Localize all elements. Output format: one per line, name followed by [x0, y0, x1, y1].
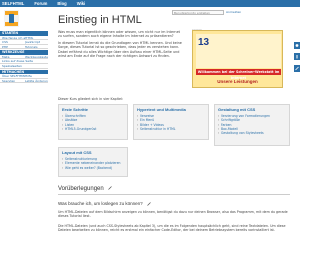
chapter-link[interactable]: HTML5-Grundgerüst	[62, 127, 124, 132]
advertisement[interactable]: 13 Willkommen bei der Schreiner-Werkstat…	[192, 30, 283, 88]
chapters-intro: Dieser Kurs gliedert sich in vier Kapite…	[58, 97, 124, 101]
sidebar-link-wie-fange-ich-an[interactable]: Wie fange ich an?	[2, 36, 25, 40]
page-title: Einstieg in HTML	[58, 14, 142, 26]
sidebar-link-help[interactable]: Hilfe	[25, 74, 48, 78]
section-divider	[58, 194, 290, 195]
chapter-title[interactable]: Erste Schritte	[62, 107, 124, 112]
chapter-link[interactable]: Seitenstruktur in HTML	[137, 127, 205, 132]
sidebar-link-meta[interactable]: Meta	[2, 55, 25, 59]
sidebar-link-tutorials[interactable]: Tutorials	[25, 45, 48, 49]
nav-forum[interactable]: Forum	[34, 1, 47, 6]
sidebar-link-toolbox[interactable]: Werkzeugkasten	[25, 55, 48, 59]
sidebar-link-css[interactable]: CSS	[2, 40, 25, 44]
sidebar-link-javascript[interactable]: JavaScript	[25, 40, 48, 44]
ad-image: 13	[196, 34, 281, 68]
nav-blog[interactable]: Blog	[57, 1, 66, 6]
edit-icon[interactable]	[294, 64, 300, 72]
chapter-title[interactable]: Layout mit CSS	[62, 150, 124, 155]
intro-text: Was muss man eigentlich können oder wiss…	[58, 30, 183, 61]
chapter-link[interactable]: Wie geht es weiter? (Backend)	[62, 166, 124, 171]
chapter-title[interactable]: Gestaltung mit CSS	[218, 107, 286, 112]
sidebar-row: PHP Tutorials	[0, 45, 48, 50]
chapter-box-3: Gestaltung mit CSS Verzierung von Format…	[214, 104, 290, 146]
share-icon[interactable]	[294, 42, 300, 49]
pencil-icon[interactable]	[108, 186, 113, 191]
sidebar-link-donate[interactable]: Spenden	[2, 79, 25, 83]
section-heading: Vorüberlegungen	[58, 186, 113, 194]
sidebar-link-special-pages[interactable]: Spezialseiten	[0, 64, 48, 69]
sidebar-link-php[interactable]: PHP	[2, 45, 25, 49]
main-header: Einstieg in HTML	[58, 14, 290, 26]
info-icon[interactable]	[294, 53, 300, 61]
chapter-title[interactable]: Hypertext und Multimedia	[137, 107, 205, 112]
sidebar: STARTEN Wie fange ich an? HTML CSS JavaS…	[0, 30, 48, 84]
sidebar-link-about[interactable]: Über SELFHTML	[2, 74, 25, 78]
sidebar-link-recent-changes[interactable]: Letzte Änderungen	[25, 79, 48, 83]
body-paragraph: Die HTML-Dateien (und auch CSS-Styleshee…	[58, 224, 286, 233]
chapter-box-2: Hypertext und Multimedia Verweise Ein Me…	[133, 104, 209, 140]
intro-paragraph: In diesem Tutorial lernst du die Grundla…	[58, 40, 182, 59]
sidebar-link-html[interactable]: HTML	[25, 36, 48, 40]
pencil-icon[interactable]	[147, 202, 151, 206]
nav-wiki[interactable]: Wiki	[77, 1, 86, 6]
right-toolbar	[294, 42, 300, 76]
selfhtml-logo[interactable]	[4, 10, 19, 27]
intro-paragraph: Was muss man eigentlich können oder wiss…	[58, 30, 180, 39]
subsection-heading-text: Was brauche ich, um loslegen zu können?	[58, 201, 143, 206]
subsection-heading: Was brauche ich, um loslegen zu können?	[58, 201, 151, 207]
body-paragraph: Um HTML-Dateien auf dem Bildschirm anzei…	[58, 210, 288, 219]
chapter-box-4: Layout mit CSS Seitenstrukturierung Elem…	[58, 147, 128, 177]
sidebar-row: Spenden Letzte Änderungen	[0, 79, 48, 84]
nav-selfhtml[interactable]: SELFHTML	[2, 1, 24, 6]
ad-number: 13	[198, 37, 210, 48]
ad-footer-text: Unsere Leistungen	[217, 79, 258, 85]
ad-banner-strip: Willkommen bei der Schreiner-Werkstatt i…	[196, 69, 281, 80]
section-heading-text: Vorüberlegungen	[58, 186, 104, 192]
chapter-box-1: Erste Schritte Überschriften Absätze Lis…	[58, 104, 128, 140]
top-navigation: SELFHTML Forum Blog Wiki	[0, 0, 300, 7]
chapter-link[interactable]: Gestaltung von Stylesheets	[218, 131, 286, 136]
